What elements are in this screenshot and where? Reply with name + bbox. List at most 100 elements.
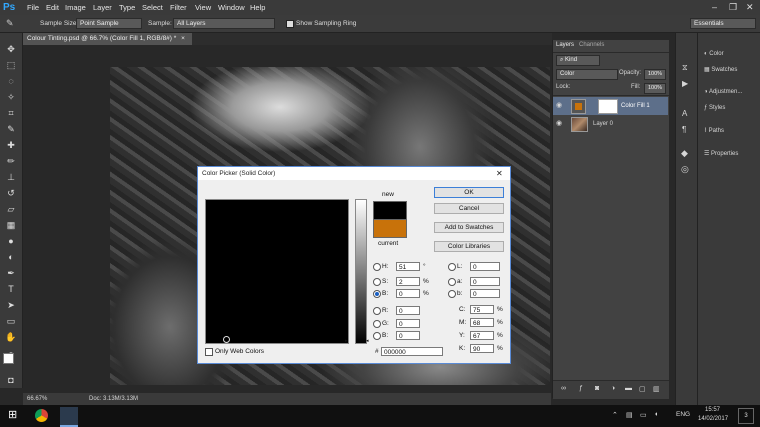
group-folder-icon[interactable]: ▬ <box>625 385 632 392</box>
green-radio[interactable] <box>373 320 381 328</box>
eyedropper-tool-icon[interactable]: ✎ <box>5 123 17 135</box>
layer-row-color-fill[interactable]: ◉ Color Fill 1 <box>553 97 668 115</box>
panel-color[interactable]: ◐ Color <box>704 51 724 57</box>
history-brush-tool-icon[interactable]: ↺ <box>5 187 17 199</box>
layers-icon[interactable]: ◆ <box>681 148 688 159</box>
hue-field[interactable]: 51 <box>396 262 420 271</box>
fill-field[interactable]: 100% <box>644 83 666 94</box>
menu-layer[interactable]: Layer <box>93 3 112 12</box>
gradient-tool-icon[interactable]: ▦ <box>5 219 17 231</box>
add-to-swatches-button[interactable]: Add to Swatches <box>434 222 504 233</box>
saturation-field[interactable]: 2 <box>396 277 420 286</box>
menu-file[interactable]: File <box>27 3 39 12</box>
pen-tool-icon[interactable]: ✒ <box>5 267 17 279</box>
path-select-tool-icon[interactable]: ➤ <box>5 299 17 311</box>
healing-tool-icon[interactable]: ✚ <box>5 139 17 151</box>
stamp-tool-icon[interactable]: ⊥ <box>5 171 17 183</box>
sample-size-dropdown[interactable]: Point Sample <box>76 18 142 29</box>
menu-window[interactable]: Window <box>218 3 245 12</box>
link-layers-icon[interactable]: ∞ <box>561 385 566 392</box>
lightness-radio[interactable] <box>448 263 456 271</box>
menu-select[interactable]: Select <box>142 3 163 12</box>
current-color-swatch[interactable] <box>373 219 407 238</box>
dodge-tool-icon[interactable]: ◐ <box>5 251 17 263</box>
layer-row-layer-0[interactable]: ◉ Layer 0 <box>553 115 668 133</box>
close-window-button[interactable]: ✕ <box>746 2 754 13</box>
a-channel-field[interactable]: 0 <box>470 277 500 286</box>
hue-radio[interactable] <box>373 263 381 271</box>
brush-tool-icon[interactable]: ✏ <box>5 155 17 167</box>
menu-image[interactable]: Image <box>65 3 86 12</box>
hex-field[interactable]: 000000 <box>381 347 443 356</box>
color-field-cursor[interactable] <box>223 336 230 343</box>
blue-field[interactable]: 0 <box>396 331 420 340</box>
character-icon[interactable]: A <box>682 109 687 118</box>
filter-kind-dropdown[interactable]: ⌕ Kind <box>556 55 600 66</box>
tab-layers[interactable]: Layers <box>556 42 574 48</box>
tray-chevron-icon[interactable]: ⌃ <box>612 411 618 419</box>
color-libraries-button[interactable]: Color Libraries <box>434 241 504 252</box>
maximize-button[interactable]: ❐ <box>729 2 737 13</box>
layer-style-icon[interactable]: ƒ <box>579 385 583 392</box>
red-field[interactable]: 0 <box>396 306 420 315</box>
lightness-field[interactable]: 0 <box>470 262 500 271</box>
slider-right-arrow-icon[interactable]: ◂ <box>366 338 369 344</box>
foreground-color-swatch[interactable] <box>3 353 14 364</box>
menu-type[interactable]: Type <box>119 3 135 12</box>
chrome-icon[interactable] <box>35 409 48 422</box>
cyan-field[interactable]: 75 <box>470 305 494 314</box>
network-icon[interactable]: ▤ <box>626 411 633 419</box>
slider-left-arrow-icon[interactable]: ▸ <box>345 338 348 344</box>
panel-swatches[interactable]: ▦ Swatches <box>704 66 737 73</box>
panel-paths[interactable]: ⌇ Paths <box>704 127 724 134</box>
new-layer-icon[interactable]: ▢ <box>639 385 646 393</box>
crop-tool-icon[interactable]: ⌗ <box>5 107 17 119</box>
a-channel-radio[interactable] <box>448 278 456 286</box>
clock-date[interactable]: 14/02/2017 <box>698 416 728 422</box>
brightness-radio[interactable] <box>373 290 381 298</box>
blue-radio[interactable] <box>373 332 381 340</box>
windows-start-icon[interactable]: ⊞ <box>8 408 17 421</box>
type-tool-icon[interactable]: T <box>5 283 17 295</box>
tab-channels[interactable]: Channels <box>579 42 604 48</box>
hand-tool-icon[interactable]: ✋ <box>5 331 17 343</box>
zoom-level[interactable]: 66.67% <box>27 393 47 405</box>
lasso-tool-icon[interactable]: ◌ <box>5 75 17 87</box>
ok-button[interactable]: OK <box>434 187 504 198</box>
mask-icon[interactable]: ◙ <box>595 385 599 392</box>
visibility-eye-icon[interactable]: ◉ <box>556 115 562 133</box>
marquee-tool-icon[interactable]: ⬚ <box>5 59 17 71</box>
red-radio[interactable] <box>373 307 381 315</box>
quick-mask-icon[interactable]: ◘ <box>5 374 17 386</box>
language-indicator[interactable]: ENG <box>676 411 690 418</box>
panel-properties[interactable]: ☰ Properties <box>704 150 738 157</box>
workspace-dropdown[interactable]: Essentials <box>690 18 756 29</box>
magenta-field[interactable]: 68 <box>470 318 494 327</box>
blur-tool-icon[interactable]: ● <box>5 235 17 247</box>
volume-icon[interactable]: ◖ <box>654 411 658 418</box>
close-icon[interactable]: ✕ <box>496 167 503 180</box>
brightness-field[interactable]: 0 <box>396 289 420 298</box>
cancel-button[interactable]: Cancel <box>434 203 504 214</box>
trash-icon[interactable]: ▥ <box>653 385 660 393</box>
visibility-eye-icon[interactable]: ◉ <box>556 97 562 115</box>
color-field[interactable] <box>205 199 349 344</box>
move-tool-icon[interactable]: ✥ <box>5 43 17 55</box>
paragraph-icon[interactable]: ¶ <box>682 125 686 134</box>
b-channel-radio[interactable] <box>448 290 456 298</box>
saturation-radio[interactable] <box>373 278 381 286</box>
menu-view[interactable]: View <box>195 3 211 12</box>
notification-center-icon[interactable]: 3 <box>738 408 754 424</box>
menu-filter[interactable]: Filter <box>170 3 187 12</box>
only-web-colors-checkbox[interactable] <box>205 348 213 356</box>
channels-icon[interactable]: ◎ <box>681 164 689 175</box>
b-channel-field[interactable]: 0 <box>470 289 500 298</box>
clock-time[interactable]: 15:57 <box>705 407 720 413</box>
green-field[interactable]: 0 <box>396 319 420 328</box>
opacity-field[interactable]: 100% <box>644 69 666 80</box>
yellow-field[interactable]: 67 <box>470 331 494 340</box>
actions-icon[interactable]: ▶ <box>682 79 688 88</box>
blend-mode-dropdown[interactable]: Color <box>556 69 618 80</box>
sample-dropdown[interactable]: All Layers <box>173 18 275 29</box>
document-tab[interactable]: Colour Tinting.psd @ 66.7% (Color Fill 1… <box>22 33 192 45</box>
